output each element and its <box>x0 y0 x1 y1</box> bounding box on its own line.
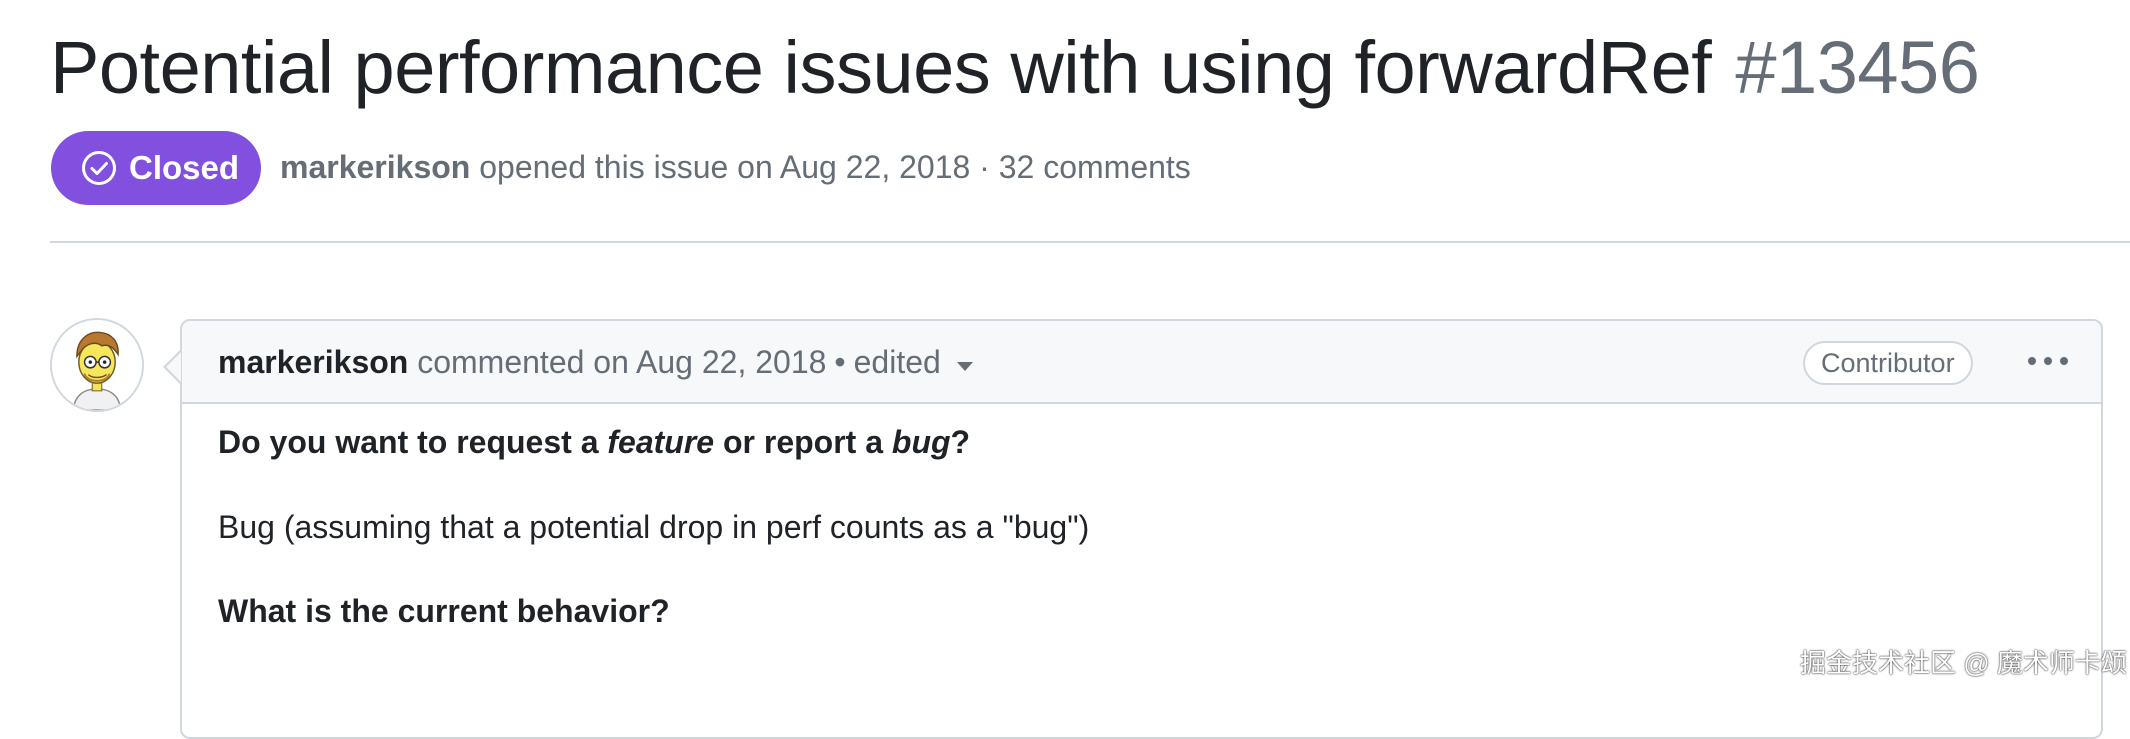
header-divider <box>50 241 2130 243</box>
meta-separator: • <box>834 344 846 380</box>
issue-state-badge[interactable]: Closed <box>51 131 261 205</box>
watermark: 掘金技术社区 @ 魔术师卡颂 <box>1800 648 2127 678</box>
issue-closed-icon <box>82 151 116 185</box>
q1-feature: feature <box>607 424 715 460</box>
comment-meta: markerikson commented on Aug 22, 2018 • ed… <box>218 341 973 383</box>
contributor-badge: Contributor <box>1803 341 1973 385</box>
issue-meta: markerikson opened this issue on Aug 22,… <box>280 145 1191 189</box>
kebab-horizontal-icon <box>2028 357 2068 365</box>
answer-bug: Bug (assuming that a potential drop in p… <box>218 509 1090 545</box>
question-current-behavior: What is the current behavior? <box>218 593 670 629</box>
q1-middle: or report a <box>714 424 892 460</box>
q1-prefix: Do you want to request a <box>218 424 608 460</box>
comment-pointer-fill <box>166 352 181 382</box>
edited-dropdown[interactable]: edited <box>854 344 973 380</box>
issue-opened-text: opened this issue on Aug 22, 2018 · 32 c… <box>479 149 1191 185</box>
comment-timestamp[interactable]: commented on Aug 22, 2018 <box>417 344 826 380</box>
issue-author-link[interactable]: markerikson <box>280 149 470 185</box>
avatar[interactable] <box>50 318 144 412</box>
issue-title-text: Potential performance issues with using … <box>50 26 1712 109</box>
chevron-down-icon <box>956 362 973 372</box>
issue-title: Potential performance issues with using … <box>50 22 1980 114</box>
comment-menu-button[interactable] <box>2018 343 2078 379</box>
avatar-image <box>52 320 142 410</box>
question-request-type: Do you want to request a feature or repo… <box>218 421 970 463</box>
q1-bug: bug <box>891 424 951 460</box>
issue-state-label: Closed <box>129 149 240 186</box>
comment-header: markerikson commented on Aug 22, 2018 • ed… <box>182 321 2101 404</box>
issue-number: #13456 <box>1735 26 1980 109</box>
comment-author-link[interactable]: markerikson <box>218 344 408 380</box>
q1-suffix: ? <box>950 424 971 460</box>
edited-label: edited <box>853 344 941 380</box>
